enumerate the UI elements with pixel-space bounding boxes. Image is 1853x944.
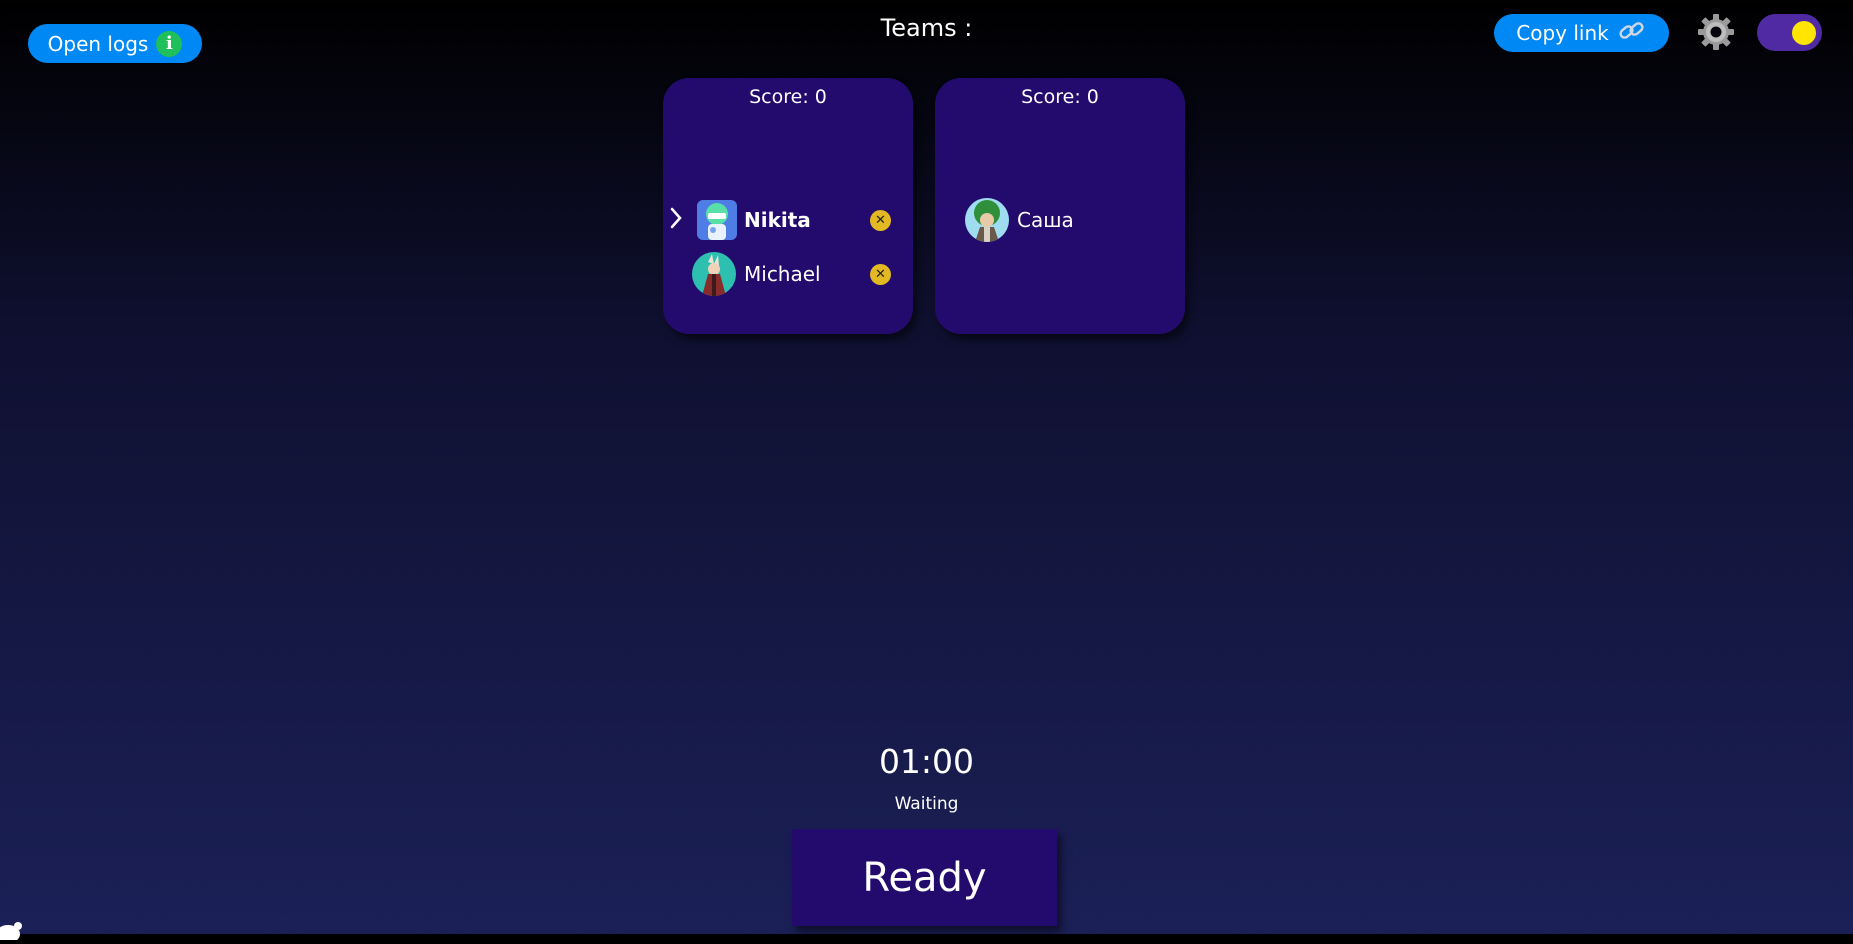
avatar [697,200,737,240]
player-row: Nikita ✕ [663,198,913,242]
chevron-right-icon [669,206,683,234]
team-card-1: Score: 0 Nikita ✕ Michael ✕ [663,78,913,334]
toggle-knob [1792,21,1816,45]
player-name: Nikita [744,208,811,232]
link-icon [1617,19,1647,48]
close-icon[interactable]: ✕ [870,264,891,285]
team-score: Score: 0 [749,86,827,108]
avatar [965,198,1009,242]
round-timer: 01:00 [878,742,975,781]
ready-button[interactable]: Ready [792,829,1057,926]
gear-icon[interactable] [1696,12,1736,52]
avatar [692,252,736,296]
team-card-2: Score: 0 Саша [935,78,1185,334]
copy-link-label: Copy link [1516,21,1609,45]
paw-icon [0,920,30,943]
close-icon[interactable]: ✕ [870,210,891,231]
team-score: Score: 0 [1021,86,1099,108]
player-row: Michael ✕ [663,252,913,296]
player-row: Саша [935,198,1185,242]
player-name: Саша [1017,208,1074,232]
player-name: Michael [744,262,821,286]
copy-link-button[interactable]: Copy link [1494,14,1669,52]
game-status: Waiting [894,794,959,814]
theme-toggle[interactable] [1757,14,1822,51]
